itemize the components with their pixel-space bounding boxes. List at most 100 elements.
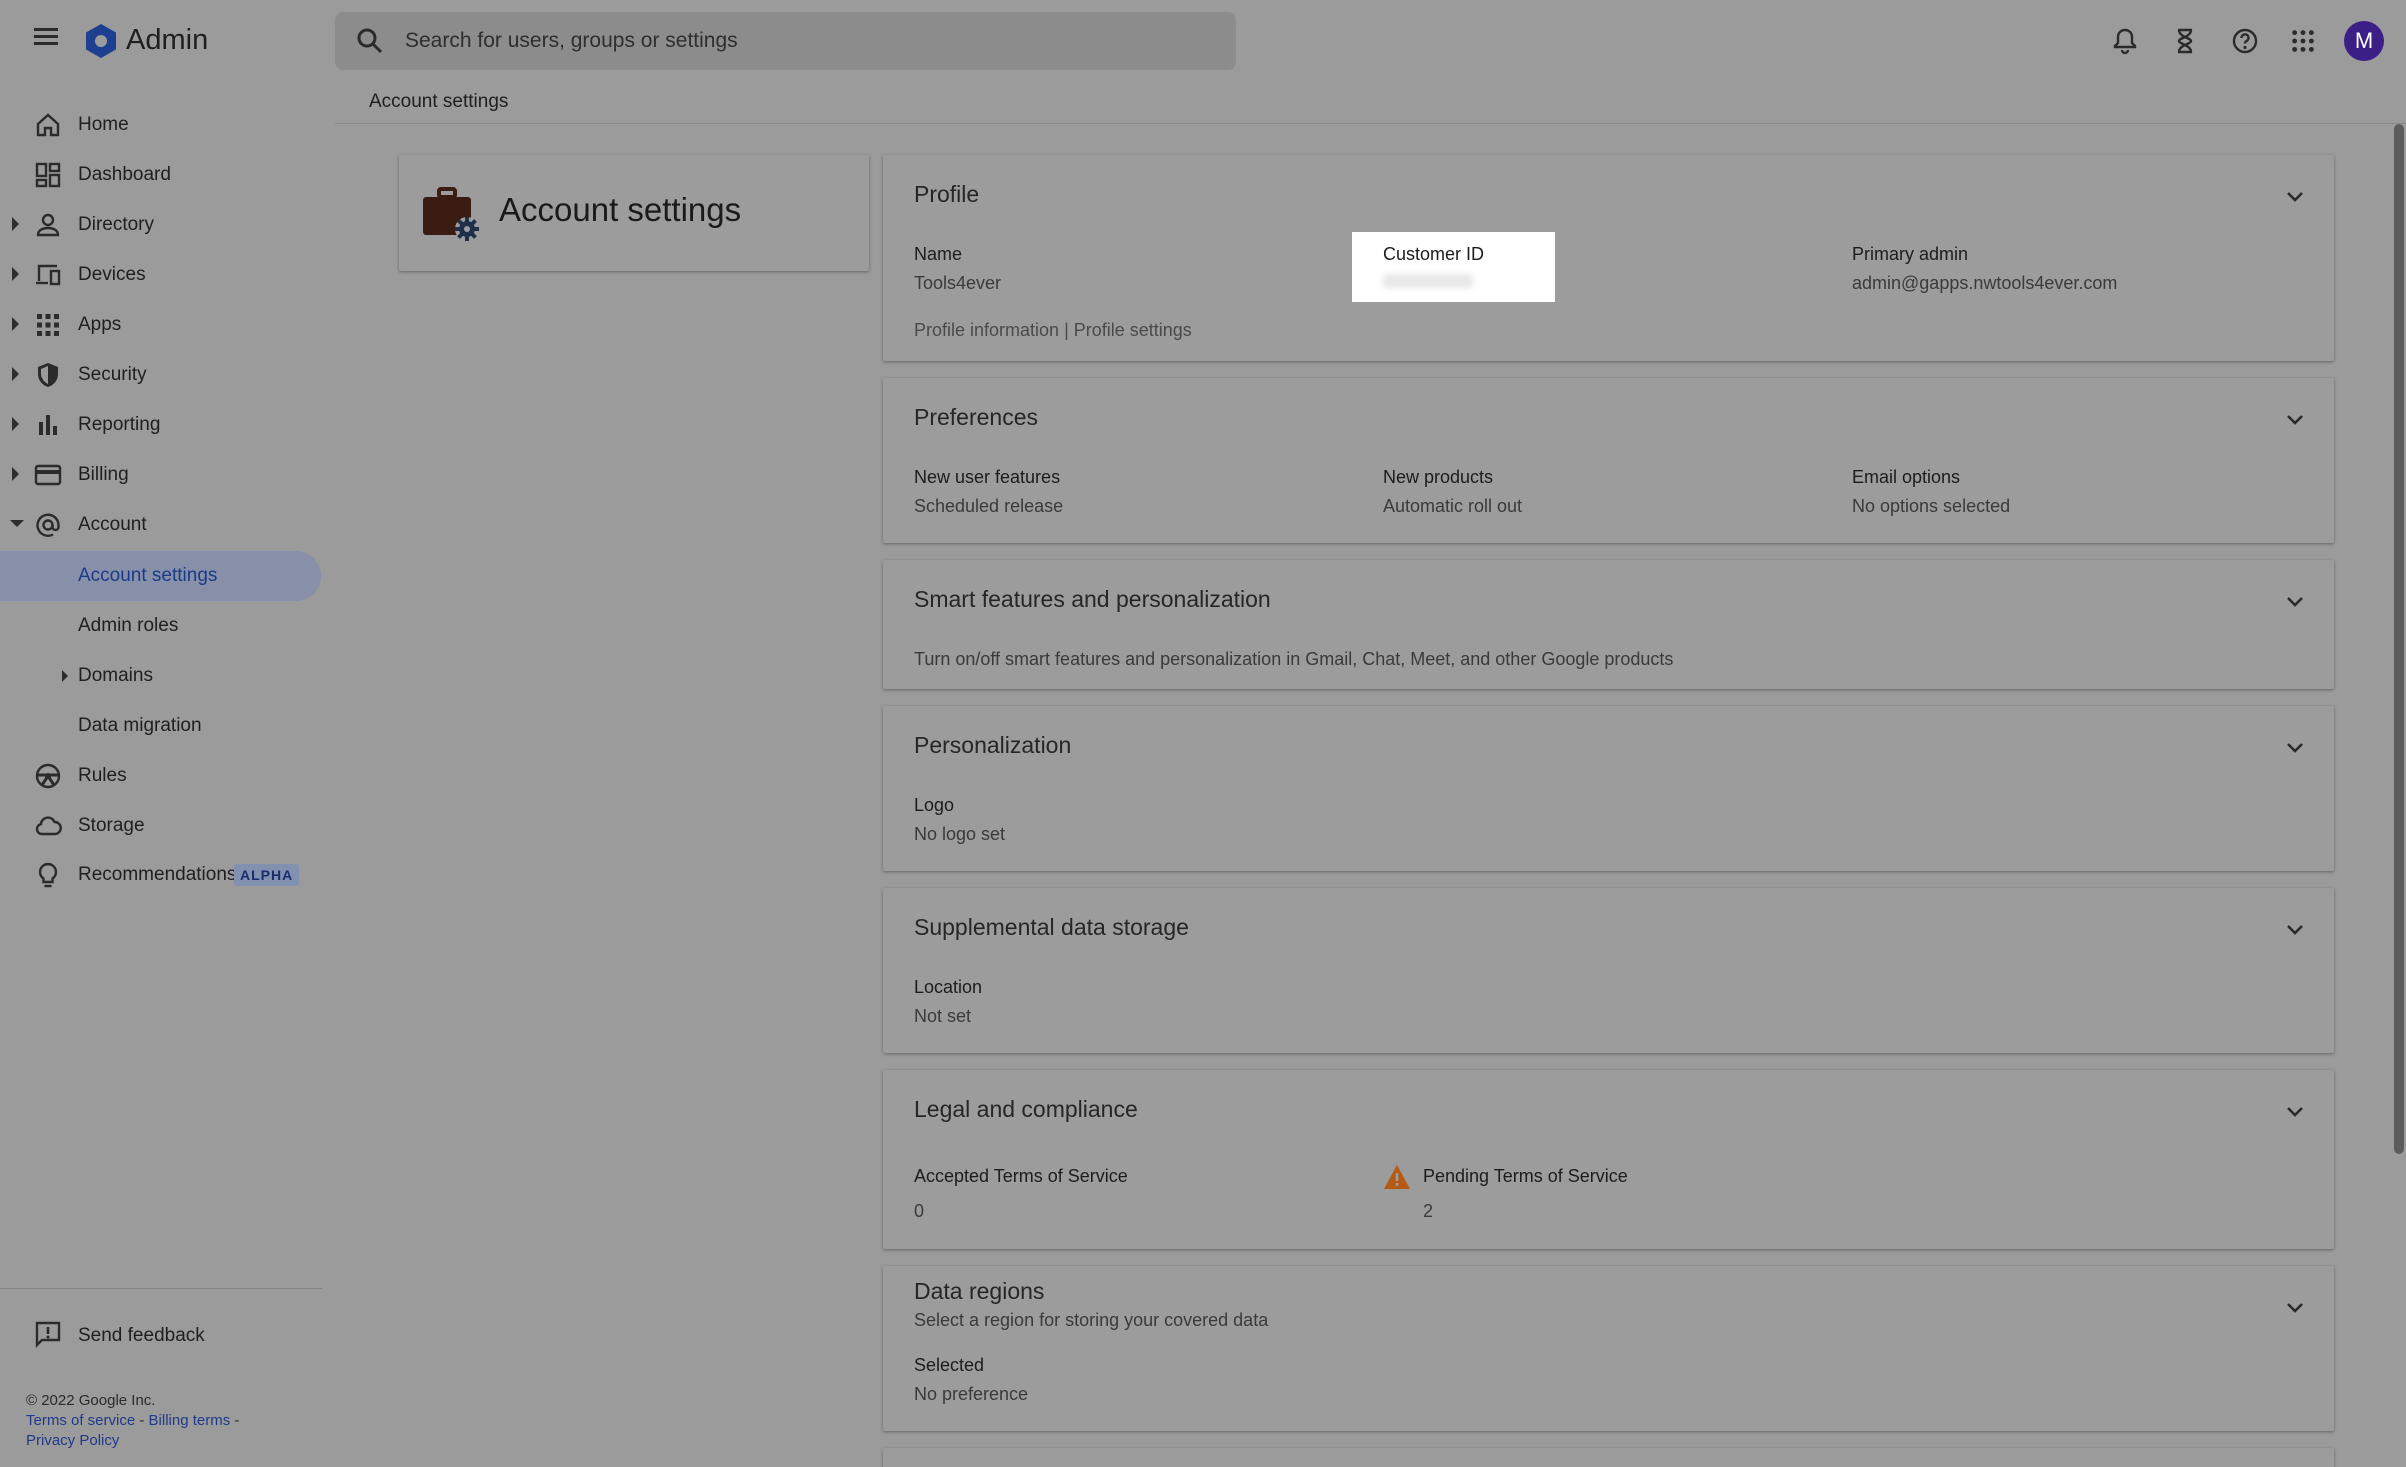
billing-terms-link[interactable]: Billing terms	[149, 1412, 231, 1429]
sidebar-item-account[interactable]: Account	[0, 500, 322, 550]
briefcase-settings-icon	[423, 187, 479, 241]
sidebar-item-directory[interactable]: Directory	[0, 200, 322, 250]
sidebar-divider	[0, 1288, 322, 1289]
main-menu-icon[interactable]	[28, 24, 64, 60]
next-card-peek	[883, 1448, 2334, 1467]
notifications-bell-icon[interactable]	[2106, 22, 2144, 60]
dashboard-icon	[35, 162, 61, 188]
sidebar-item-data-migration[interactable]: Data migration	[0, 701, 322, 751]
sidebar-footer: © 2022 Google Inc. Terms of service - Bi…	[26, 1392, 240, 1449]
sidebar-item-storage[interactable]: Storage	[0, 801, 322, 851]
card-title: Smart features and personalization	[914, 586, 1271, 612]
steering-icon	[35, 763, 61, 789]
sidebar-item-domains[interactable]: Domains	[0, 651, 322, 701]
sidebar-item-devices[interactable]: Devices	[0, 250, 322, 300]
apps-grid-icon	[37, 314, 59, 336]
card-title: Data regions	[914, 1278, 1045, 1304]
privacy-policy-link[interactable]: Privacy Policy	[26, 1432, 119, 1449]
page-title: Account settings	[499, 191, 742, 228]
warning-icon	[1384, 1165, 1410, 1189]
feedback-icon	[35, 1321, 61, 1348]
chevron-down-icon[interactable]	[2284, 918, 2306, 940]
person-icon	[36, 213, 60, 237]
legal-compliance-card[interactable]: Legal and compliance Accepted Terms of S…	[883, 1070, 2334, 1249]
expand-arrow-icon[interactable]	[12, 467, 19, 481]
help-icon[interactable]	[2226, 22, 2264, 60]
chevron-down-icon[interactable]	[2284, 1100, 2306, 1122]
profile-name-field: Name Tools4ever	[914, 244, 1002, 293]
supplemental-data-storage-card[interactable]: Supplemental data storage Location Not s…	[883, 888, 2334, 1053]
search-icon	[357, 28, 383, 54]
card-title: Profile	[914, 181, 980, 207]
chevron-down-icon[interactable]	[2284, 736, 2306, 758]
profile-links[interactable]: Profile information | Profile settings	[914, 320, 1192, 341]
send-feedback-button[interactable]: Send feedback	[0, 1312, 322, 1362]
customer-id-highlight: Customer ID	[1352, 232, 1555, 302]
pending-tos-field: Pending Terms of Service 2	[1423, 1166, 1628, 1221]
page-scrollbar[interactable]	[2394, 124, 2404, 1154]
sidebar-item-billing[interactable]: Billing	[0, 450, 322, 500]
preferences-card[interactable]: Preferences New user features Scheduled …	[883, 378, 2334, 543]
search-bar[interactable]	[335, 12, 1236, 70]
sidebar-item-admin-roles[interactable]: Admin roles	[0, 601, 322, 651]
expand-arrow-icon[interactable]	[62, 670, 68, 682]
expand-arrow-icon[interactable]	[12, 217, 19, 231]
sidebar-item-recommendations[interactable]: Recommendations ALPHA	[0, 850, 322, 900]
chevron-down-icon[interactable]	[2284, 185, 2306, 207]
app-title[interactable]: Admin	[126, 24, 208, 57]
sidebar-nav: Home Dashboard Directory Devices Apps Se…	[0, 100, 322, 1467]
card-subtitle: Select a region for storing your covered…	[914, 1310, 1269, 1330]
chevron-down-icon[interactable]	[2284, 408, 2306, 430]
profile-card[interactable]: Profile Name Tools4ever Primary admin ad…	[883, 155, 2334, 361]
card-title: Preferences	[914, 404, 1039, 430]
home-icon	[36, 113, 60, 137]
expand-arrow-icon[interactable]	[12, 367, 19, 381]
at-sign-icon	[36, 513, 60, 537]
logo-field: Logo No logo set	[914, 795, 1006, 844]
terms-of-service-link[interactable]: Terms of service	[26, 1412, 135, 1429]
selected-region-field: Selected No preference	[914, 1355, 1029, 1404]
sidebar-item-home[interactable]: Home	[0, 100, 322, 150]
hourglass-tasks-icon[interactable]	[2166, 22, 2204, 60]
primary-admin-field: Primary admin admin@gapps.nwtools4ever.c…	[1852, 244, 2118, 293]
new-products-field: New products Automatic roll out	[1383, 467, 1523, 516]
card-title: Personalization	[914, 732, 1072, 758]
google-apps-grid-icon[interactable]	[2284, 22, 2322, 60]
card-title: Supplemental data storage	[914, 914, 1189, 940]
copyright-text: © 2022 Google Inc.	[26, 1392, 156, 1409]
lightbulb-icon	[38, 862, 58, 888]
expand-arrow-icon[interactable]	[12, 417, 19, 431]
admin-logo-icon[interactable]	[82, 22, 120, 60]
sidebar-item-apps[interactable]: Apps	[0, 300, 322, 350]
sidebar-item-rules[interactable]: Rules	[0, 751, 322, 801]
email-options-field: Email options No options selected	[1852, 467, 2011, 516]
sidebar-item-dashboard[interactable]: Dashboard	[0, 150, 322, 200]
breadcrumb: Account settings	[335, 82, 2406, 124]
sidebar-item-reporting[interactable]: Reporting	[0, 400, 322, 450]
sidebar-item-account-settings[interactable]: Account settings	[0, 551, 321, 601]
bar-chart-icon	[39, 415, 57, 435]
alpha-badge: ALPHA	[234, 864, 300, 886]
smart-features-card[interactable]: Smart features and personalization Turn …	[883, 560, 2334, 689]
shield-icon	[38, 363, 58, 387]
expand-arrow-icon[interactable]	[12, 267, 19, 281]
admin-console-page: Admin M	[0, 0, 2406, 1467]
sidebar-item-security[interactable]: Security	[0, 350, 322, 400]
customer-id-label: Customer ID	[1383, 244, 1485, 264]
account-settings-title-card: Account settings	[399, 155, 869, 271]
account-avatar[interactable]: M	[2344, 21, 2384, 61]
data-regions-card[interactable]: Data regions Select a region for storing…	[883, 1266, 2334, 1431]
customer-id-redacted	[1383, 274, 1473, 288]
collapse-arrow-icon[interactable]	[10, 520, 24, 527]
devices-icon	[36, 264, 61, 286]
card-title: Legal and compliance	[914, 1096, 1138, 1122]
accepted-tos-field: Accepted Terms of Service 0	[914, 1166, 1128, 1221]
expand-arrow-icon[interactable]	[12, 317, 19, 331]
credit-card-icon	[34, 464, 62, 486]
chevron-down-icon[interactable]	[2284, 1296, 2306, 1318]
cloud-icon	[35, 816, 62, 836]
search-input[interactable]	[405, 22, 1205, 60]
chevron-down-icon[interactable]	[2284, 590, 2306, 612]
top-bar: Admin M	[0, 0, 2406, 82]
personalization-card[interactable]: Personalization Logo No logo set	[883, 706, 2334, 871]
